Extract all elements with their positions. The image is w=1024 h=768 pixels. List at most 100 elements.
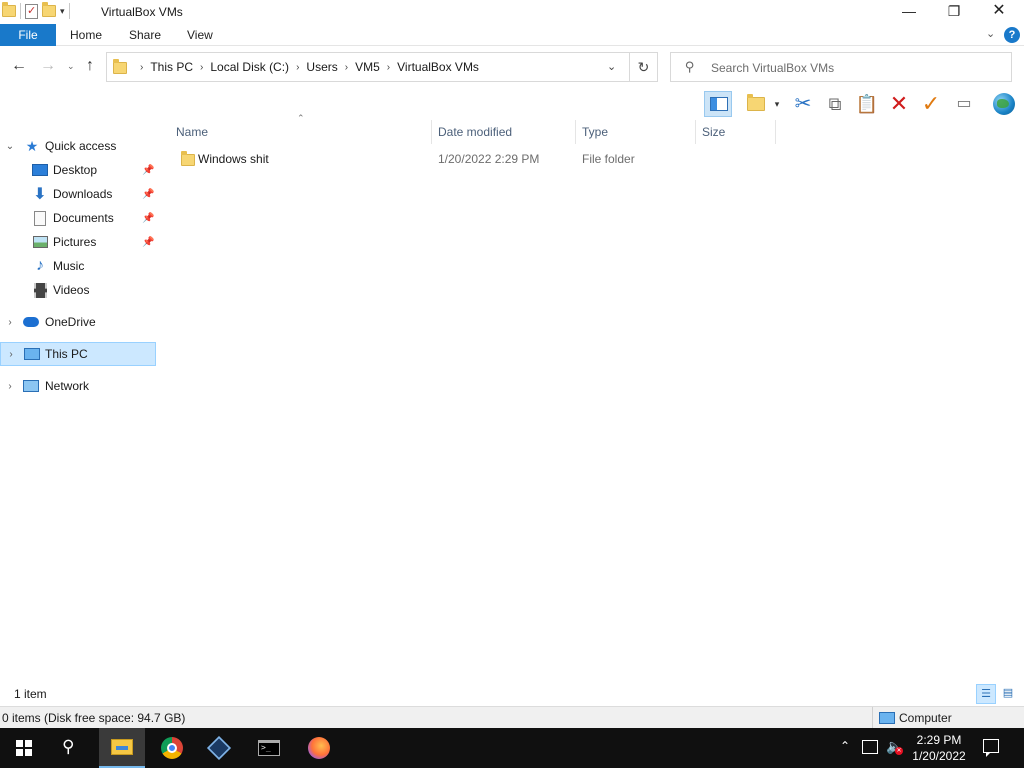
column-header-size[interactable]: Size [696, 120, 776, 144]
taskbar-chrome[interactable] [149, 728, 195, 768]
copy-icon[interactable]: ⧉ [821, 91, 849, 117]
search-icon: ⚲ [685, 59, 695, 74]
breadcrumb-this-pc[interactable]: This PC [150, 60, 193, 74]
sidebar-item-pictures[interactable]: Pictures 📌 [0, 230, 156, 254]
cut-icon[interactable]: ✂ [789, 91, 817, 117]
notification-center-icon[interactable] [983, 739, 999, 757]
music-icon: ♪ [36, 257, 44, 274]
up-arrow-icon[interactable]: ↑ [86, 57, 94, 75]
rename-icon[interactable]: ▭ [950, 91, 978, 117]
new-folder-icon [747, 94, 765, 111]
help-icon[interactable]: ? [1004, 27, 1020, 43]
paste-icon[interactable]: 📋 [853, 91, 881, 117]
address-dropdown-chevron-icon[interactable]: ⌄ [607, 60, 616, 73]
sidebar-item-label: Music [53, 259, 85, 273]
windows-start-icon[interactable] [16, 740, 32, 756]
breadcrumb-vm5[interactable]: VM5 [355, 60, 380, 74]
network-icon [23, 378, 39, 394]
tab-view[interactable]: View [175, 24, 225, 46]
globe-glyph [993, 93, 1015, 115]
command-prompt-icon: >_ [258, 740, 280, 756]
sidebar-item-documents[interactable]: Documents 📌 [0, 206, 156, 230]
details-view-icon[interactable]: ☰ [976, 684, 996, 704]
breadcrumb-separator-icon[interactable]: › [200, 62, 203, 73]
volume-muted-badge-icon: ✕ [895, 747, 903, 755]
pin-icon[interactable]: 📌 [142, 165, 154, 176]
close-button[interactable]: ✕ [976, 0, 1022, 24]
tab-file[interactable]: File [0, 24, 56, 46]
sidebar-item-music[interactable]: ♪ Music [0, 254, 156, 278]
chevron-right-icon[interactable]: › [4, 317, 16, 328]
pin-icon[interactable]: 📌 [142, 237, 154, 248]
delete-icon[interactable]: ✕ [885, 91, 913, 117]
search-icon[interactable]: ⚲ [62, 737, 74, 757]
file-date-modified: 1/20/2022 2:29 PM [438, 152, 540, 166]
address-bar[interactable]: › This PC › Local Disk (C:) › Users › VM… [106, 52, 630, 82]
refresh-button[interactable]: ↻ [630, 52, 658, 82]
navigation-pane: ⌄ ★ Quick access Desktop 📌 ⬇ Downloads 📌… [0, 120, 160, 680]
sidebar-item-label: Documents [53, 211, 114, 225]
pin-icon[interactable]: 📌 [142, 213, 154, 224]
sidebar-item-label: Videos [53, 283, 90, 297]
sidebar-item-onedrive[interactable]: › OneDrive [0, 310, 156, 334]
forward-arrow-icon[interactable]: → [40, 57, 56, 75]
taskbar-firefox[interactable] [296, 728, 342, 768]
sidebar-item-network[interactable]: › Network [0, 374, 156, 398]
sidebar-item-videos[interactable]: Videos [0, 278, 156, 302]
breadcrumb-separator-icon[interactable]: › [140, 62, 143, 73]
breadcrumb-users[interactable]: Users [306, 60, 337, 74]
column-header-date-modified[interactable]: Date modified [432, 120, 576, 144]
taskbar-clock[interactable]: 2:29 PM 1/20/2022 [906, 732, 972, 764]
expand-ribbon-chevron-icon[interactable]: ⌄ [986, 27, 995, 40]
back-arrow-icon[interactable]: ← [11, 57, 27, 75]
customize-toolbar-chevron-icon[interactable]: ▾ [60, 6, 65, 17]
breadcrumb-local-disk[interactable]: Local Disk (C:) [210, 60, 289, 74]
status-bar: 1 item ☰ ▤ [0, 682, 1024, 706]
properties-check-icon[interactable]: ✓ [917, 91, 945, 117]
chevron-right-icon[interactable]: › [4, 381, 16, 392]
column-header-name[interactable]: Name [170, 120, 432, 144]
column-header-type[interactable]: Type [576, 120, 696, 144]
documents-icon [32, 210, 48, 226]
sidebar-item-quick-access[interactable]: ⌄ ★ Quick access [0, 134, 156, 158]
table-row[interactable]: Windows shit 1/20/2022 2:29 PM File fold… [174, 148, 774, 170]
tab-share[interactable]: Share [117, 24, 173, 46]
breadcrumb-separator-icon[interactable]: › [296, 62, 299, 73]
recent-locations-chevron-icon[interactable]: ⌄ [67, 61, 75, 72]
pictures-icon [32, 234, 48, 250]
sidebar-item-downloads[interactable]: ⬇ Downloads 📌 [0, 182, 156, 206]
pin-icon[interactable]: 📌 [142, 189, 154, 200]
desktop-icon [32, 162, 48, 178]
search-input[interactable]: Search VirtualBox VMs [711, 61, 834, 75]
new-folder-icon[interactable] [42, 2, 56, 17]
globe-icon[interactable] [990, 91, 1018, 117]
taskbar-virtualbox[interactable] [196, 728, 242, 768]
chrome-icon [161, 737, 183, 759]
show-hidden-icons-chevron-icon[interactable]: ⌃ [840, 739, 850, 753]
chevron-down-icon[interactable]: ⌄ [4, 141, 16, 152]
search-box[interactable]: ⚲ Search VirtualBox VMs [670, 52, 1012, 82]
taskbar-command-prompt[interactable]: >_ [246, 728, 292, 768]
refresh-icon: ↻ [637, 59, 650, 75]
large-icons-view-icon[interactable]: ▤ [998, 684, 1018, 704]
tab-home[interactable]: Home [58, 24, 114, 46]
sidebar-item-label: Network [45, 379, 90, 393]
breadcrumb-virtualbox-vms[interactable]: VirtualBox VMs [397, 60, 479, 74]
breadcrumb-separator-icon[interactable]: › [387, 62, 390, 73]
breadcrumb-separator-icon[interactable]: › [345, 62, 348, 73]
sidebar-item-this-pc[interactable]: › This PC [0, 342, 156, 366]
navigation-pane-button[interactable] [704, 91, 732, 117]
sidebar-item-label: Pictures [53, 235, 97, 249]
minimize-button[interactable]: — [886, 0, 932, 24]
network-status-icon[interactable] [862, 740, 878, 754]
new-item-dropdown-icon[interactable]: ▾ [770, 91, 784, 117]
breadcrumb: › This PC › Local Disk (C:) › Users › VM… [133, 60, 479, 74]
folder-icon[interactable] [2, 2, 16, 17]
properties-icon[interactable] [25, 3, 38, 19]
maximize-button[interactable]: ❐ [931, 0, 977, 24]
taskbar-file-explorer[interactable] [99, 728, 145, 768]
new-folder-button[interactable] [742, 91, 770, 117]
sidebar-item-desktop[interactable]: Desktop 📌 [0, 158, 156, 182]
location-label: Computer [899, 711, 952, 725]
chevron-right-icon[interactable]: › [5, 349, 17, 360]
